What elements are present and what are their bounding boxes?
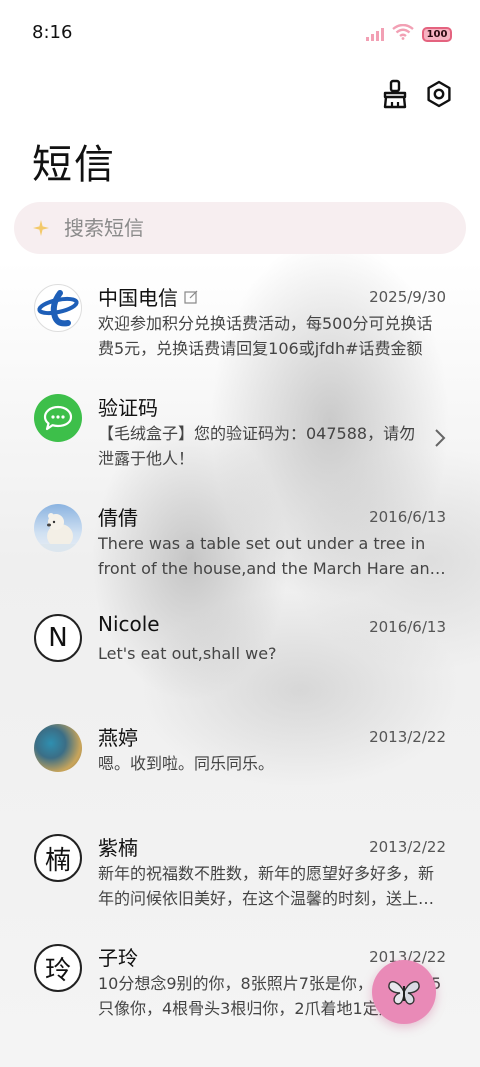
search-input[interactable] [62, 215, 426, 241]
settings-icon [427, 80, 451, 108]
message-item-china-telecom[interactable]: 中国电信 2025/9/30 欢迎参加积分兑换话费活动，每500分可兑换话费5元… [0, 278, 480, 388]
contact-name: 中国电信 [98, 282, 198, 311]
status-icons: 100 [366, 23, 452, 44]
contact-name: 子玲 [98, 946, 138, 970]
clean-brush-button[interactable] [380, 78, 410, 110]
message-preview: 新年的祝福数不胜数，新年的愿望好多好多，新年的问候依旧美好，在这个温馨的时刻，送… [98, 864, 435, 908]
page-title: 短信 [32, 142, 116, 188]
message-preview: 欢迎参加积分兑换话费活动，每500分可兑换话费5元，兑换话费请回复106或jfd… [98, 314, 433, 358]
search-bar[interactable] [14, 202, 466, 254]
sms-chat-icon [34, 394, 82, 442]
message-date: 2013/2/22 [369, 728, 446, 746]
butterfly-icon [388, 980, 420, 1005]
contact-name: 紫楠 [98, 836, 138, 860]
wifi-icon [392, 23, 414, 44]
message-list: 中国电信 2025/9/30 欢迎参加积分兑换话费活动，每500分可兑换话费5元… [0, 278, 480, 1048]
contact-name: 倩倩 [98, 506, 138, 530]
message-preview: Let's eat out,shall we? [98, 644, 277, 663]
letter-avatar: 玲 [34, 944, 82, 992]
sparkle-icon [33, 220, 49, 236]
settings-button[interactable] [424, 78, 454, 110]
message-preview: 嗯。收到啦。同乐同乐。 [98, 754, 275, 773]
chevron-right-icon[interactable] [434, 428, 446, 452]
message-item-verification-code[interactable]: 验证码 【毛绒盒子】您的验证码为：047588，请勿泄露于他人！ [0, 388, 480, 498]
message-item-qianqian[interactable]: 倩倩 2016/6/13 There was a table set out u… [0, 498, 480, 608]
edit-note-icon [184, 290, 198, 304]
message-date: 2016/6/13 [369, 618, 446, 636]
status-bar: 8:16 100 [0, 0, 480, 68]
battery-icon: 100 [422, 26, 452, 42]
compose-fab-button[interactable] [372, 960, 436, 1024]
china-telecom-logo [34, 284, 82, 332]
message-date: 2025/9/30 [369, 288, 446, 306]
contact-name: Nicole [98, 612, 160, 636]
contact-name: 燕婷 [98, 726, 138, 750]
status-time: 8:16 [32, 22, 73, 43]
contact-name: 验证码 [98, 396, 158, 420]
polar-bear-avatar [34, 504, 82, 552]
letter-avatar: N [34, 614, 82, 662]
message-preview: There was a table set out under a tree i… [98, 534, 440, 578]
brush-icon [383, 79, 407, 109]
letter-avatar: 楠 [34, 834, 82, 882]
message-item-yanting[interactable]: 燕婷 2013/2/22 嗯。收到啦。同乐同乐。 [0, 718, 480, 828]
message-item-nicole[interactable]: N Nicole 2016/6/13 Let's eat out,shall w… [0, 608, 480, 718]
message-date: 2013/2/22 [369, 838, 446, 856]
signal-icon [366, 27, 384, 41]
message-item-zinan[interactable]: 楠 紫楠 2013/2/22 新年的祝福数不胜数，新年的愿望好多好多，新年的问候… [0, 828, 480, 938]
message-date: 2016/6/13 [369, 508, 446, 526]
landscape-photo-avatar [34, 724, 82, 772]
message-preview: 【毛绒盒子】您的验证码为：047588，请勿泄露于他人！ [98, 424, 416, 468]
